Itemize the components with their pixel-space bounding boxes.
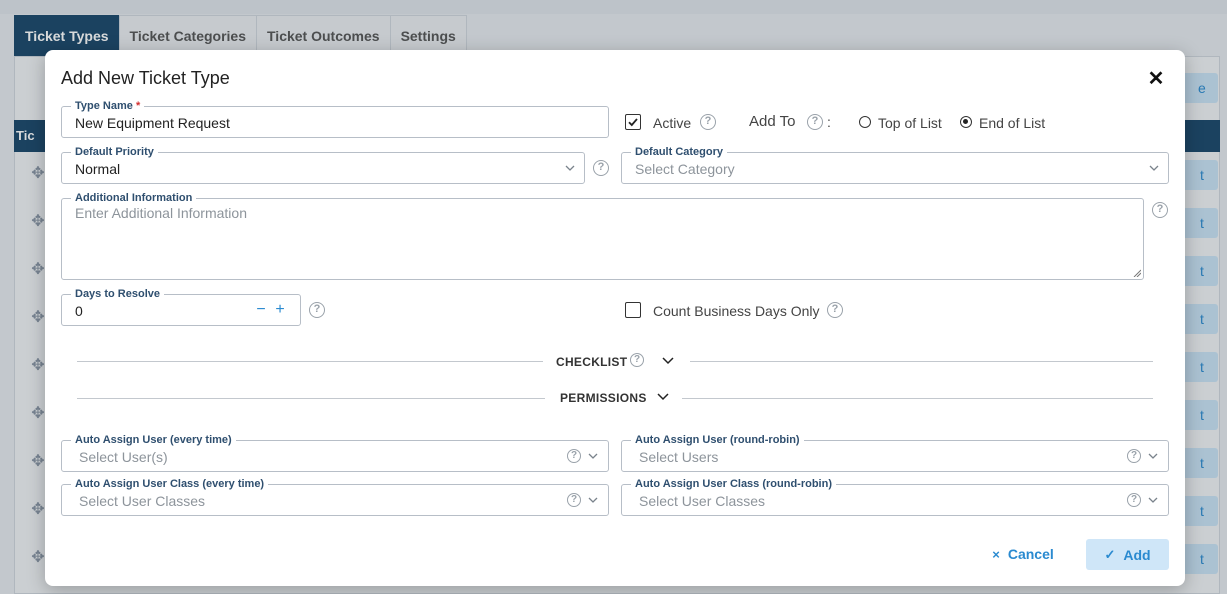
type-name-label: Type Name * xyxy=(71,99,145,113)
add-button-label: Add xyxy=(1123,546,1151,563)
default-priority-help-icon[interactable]: ? xyxy=(593,160,609,176)
days-to-resolve-stepper[interactable]: Days to Resolve 0 − + xyxy=(61,287,301,326)
cancel-icon: × xyxy=(992,546,1000,562)
default-category-select[interactable]: Default Category Select Category xyxy=(621,145,1169,184)
checklist-section-toggle[interactable]: CHECKLIST xyxy=(556,355,627,369)
default-category-placeholder: Select Category xyxy=(635,161,735,177)
checklist-help-icon[interactable]: ? xyxy=(630,353,644,367)
count-business-days-help-icon[interactable]: ? xyxy=(827,302,843,318)
auto-assign-user-rr-select[interactable]: Auto Assign User (round-robin) Select Us… xyxy=(621,433,1169,472)
end-of-list-label: End of List xyxy=(979,115,1046,131)
active-label: Active xyxy=(653,115,692,131)
chevron-down-icon xyxy=(1147,449,1159,463)
auto-assign-class-every-label: Auto Assign User Class (every time) xyxy=(71,477,269,491)
add-button[interactable]: ✓ Add xyxy=(1086,539,1169,570)
auto-assign-class-every-select[interactable]: Auto Assign User Class (every time) Sele… xyxy=(61,477,609,516)
check-icon: ✓ xyxy=(1104,546,1116,562)
permissions-divider-left xyxy=(77,398,545,399)
type-name-field[interactable]: Type Name * New Equipment Request xyxy=(61,99,609,138)
additional-information-textarea[interactable]: Additional Information Enter Additional … xyxy=(61,191,1144,280)
top-of-list-label: Top of List xyxy=(878,115,942,131)
end-of-list-radio[interactable] xyxy=(960,116,972,128)
cancel-button[interactable]: × Cancel xyxy=(985,539,1061,569)
checkmark-icon xyxy=(628,118,638,127)
auto-assign-user-every-placeholder: Select User(s) xyxy=(79,449,168,465)
auto-assign-user-rr-label: Auto Assign User (round-robin) xyxy=(631,433,804,447)
top-of-list-radio[interactable] xyxy=(859,116,871,128)
close-icon[interactable]: ✕ xyxy=(1146,69,1166,89)
auto-assign-user-rr-help-icon[interactable]: ? xyxy=(1127,449,1141,463)
chevron-down-icon[interactable] xyxy=(662,354,674,368)
type-name-label-text: Type Name xyxy=(75,100,133,112)
default-priority-value: Normal xyxy=(75,161,121,177)
additional-information-placeholder: Enter Additional Information xyxy=(75,205,247,221)
additional-information-help-icon[interactable]: ? xyxy=(1152,202,1168,218)
active-checkbox[interactable] xyxy=(625,114,641,130)
permissions-divider-right xyxy=(682,398,1153,399)
resize-grip-icon[interactable] xyxy=(1133,269,1141,277)
add-to-label: Add To xyxy=(749,113,796,130)
checklist-divider-left xyxy=(77,361,543,362)
cancel-button-label: Cancel xyxy=(1007,546,1054,562)
permissions-section-toggle[interactable]: PERMISSIONS xyxy=(560,391,647,405)
auto-assign-class-rr-help-icon[interactable]: ? xyxy=(1127,493,1141,507)
add-to-help-icon[interactable]: ? xyxy=(807,114,823,130)
increment-button[interactable]: + xyxy=(274,302,286,318)
auto-assign-user-every-select[interactable]: Auto Assign User (every time) Select Use… xyxy=(61,433,609,472)
chevron-down-icon xyxy=(1148,161,1160,175)
additional-information-label: Additional Information xyxy=(71,191,197,205)
auto-assign-user-every-label: Auto Assign User (every time) xyxy=(71,433,236,447)
chevron-down-icon xyxy=(587,493,599,507)
decrement-button[interactable]: − xyxy=(255,302,267,318)
dialog-title: Add New Ticket Type xyxy=(61,68,230,88)
count-business-days-label: Count Business Days Only xyxy=(653,303,820,319)
default-priority-select[interactable]: Default Priority Normal xyxy=(61,145,585,184)
days-to-resolve-value: 0 xyxy=(75,303,83,319)
add-to-colon: : xyxy=(827,114,831,130)
auto-assign-class-every-placeholder: Select User Classes xyxy=(79,493,206,509)
auto-assign-class-rr-placeholder: Select User Classes xyxy=(639,493,766,509)
checklist-divider-right xyxy=(690,361,1153,362)
auto-assign-class-rr-label: Auto Assign User Class (round-robin) xyxy=(631,477,836,491)
type-name-value: New Equipment Request xyxy=(75,115,230,131)
count-business-days-checkbox[interactable] xyxy=(625,302,641,318)
required-mark: * xyxy=(135,100,141,112)
chevron-down-icon xyxy=(1147,493,1159,507)
add-ticket-type-dialog: Add New Ticket Type ✕ Type Name * New Eq… xyxy=(45,50,1185,586)
auto-assign-user-rr-placeholder: Select Users xyxy=(639,449,719,465)
days-to-resolve-help-icon[interactable]: ? xyxy=(309,302,325,318)
auto-assign-user-every-help-icon[interactable]: ? xyxy=(567,449,581,463)
chevron-down-icon[interactable] xyxy=(657,390,669,404)
chevron-down-icon xyxy=(587,449,599,463)
default-priority-label: Default Priority xyxy=(71,145,158,159)
auto-assign-class-every-help-icon[interactable]: ? xyxy=(567,493,581,507)
active-help-icon[interactable]: ? xyxy=(700,114,716,130)
chevron-down-icon xyxy=(564,161,576,175)
days-to-resolve-label: Days to Resolve xyxy=(71,287,164,301)
default-category-label: Default Category xyxy=(631,145,728,159)
auto-assign-class-rr-select[interactable]: Auto Assign User Class (round-robin) Sel… xyxy=(621,477,1169,516)
